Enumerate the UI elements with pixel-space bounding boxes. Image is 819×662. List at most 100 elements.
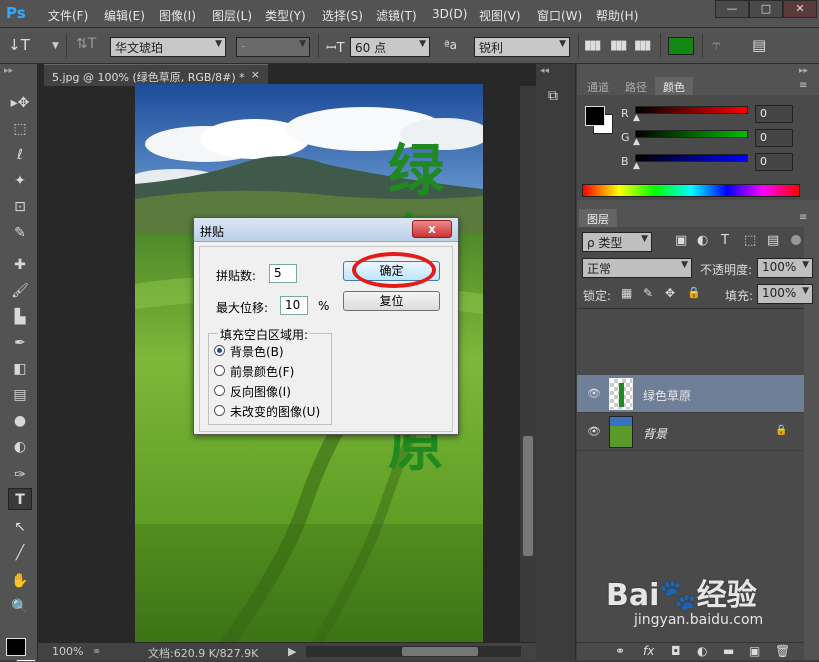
align-left-icon[interactable]: ▮▮▮ — [584, 38, 602, 53]
lasso-tool-icon[interactable]: ℓ — [8, 144, 32, 166]
gradient-tool-icon[interactable]: ▤ — [8, 384, 32, 406]
new-group-icon[interactable]: ▬ — [723, 644, 734, 658]
layer-style-icon[interactable]: fx — [643, 644, 654, 658]
menu-3d[interactable]: 3D(D) — [432, 7, 467, 21]
blend-mode-dropdown[interactable]: 正常 ▼ — [582, 258, 692, 278]
tab-layers[interactable]: 图层 — [579, 209, 617, 227]
filter-toggle[interactable] — [791, 235, 801, 245]
pixel-filter-icon[interactable]: ▣ — [675, 233, 687, 248]
path-selection-tool-icon[interactable]: ↖ — [8, 516, 32, 538]
visibility-eye-icon[interactable]: 👁 — [587, 387, 601, 400]
layer-name[interactable]: 绿色草原 — [643, 387, 691, 404]
scroll-thumb[interactable] — [402, 647, 478, 656]
tab-paths[interactable]: 路径 — [617, 77, 655, 95]
max-offset-input[interactable]: 10 — [280, 296, 308, 315]
menu-view[interactable]: 视图(V) — [479, 7, 521, 24]
close-button[interactable]: ✕ — [783, 0, 817, 18]
layer-filter-dropdown[interactable]: ρ 类型 ▼ — [582, 232, 652, 252]
lock-transparency-icon[interactable]: ▦ — [621, 286, 632, 300]
dialog-close-button[interactable]: x — [412, 220, 452, 238]
text-color-swatch[interactable] — [668, 37, 694, 55]
red-slider[interactable] — [635, 106, 748, 114]
shape-filter-icon[interactable]: ⬚ — [744, 233, 756, 248]
adjustment-layer-icon[interactable]: ◐ — [697, 644, 707, 658]
zoom-tool-icon[interactable]: 🔍 — [8, 596, 32, 618]
green-slider[interactable] — [635, 130, 748, 138]
menu-window[interactable]: 窗口(W) — [537, 7, 582, 24]
green-value[interactable]: 0 — [755, 129, 793, 147]
lock-position-icon[interactable]: ✥ — [665, 286, 675, 300]
tab-channels[interactable]: 通道 — [579, 77, 617, 95]
font-size-dropdown[interactable]: 60 点 ▼ — [350, 37, 430, 57]
type-tool-icon[interactable]: T — [8, 488, 32, 510]
smart-object-filter-icon[interactable]: ▤ — [767, 233, 779, 248]
text-tool-icon[interactable]: ↓T — [8, 36, 30, 54]
tab-color[interactable]: 颜色 — [655, 77, 693, 95]
red-value[interactable]: 0 — [755, 105, 793, 123]
status-menu-arrow-icon[interactable]: ▶ — [288, 645, 296, 658]
slider-handle-icon[interactable]: ▲ — [633, 161, 640, 171]
fill-field[interactable]: 100% ▼ — [757, 284, 813, 304]
adjustment-filter-icon[interactable]: ◐ — [697, 233, 708, 248]
menu-select[interactable]: 选择(S) — [322, 7, 363, 24]
dialog-titlebar[interactable]: 拼贴 x — [194, 218, 458, 242]
vertical-scrollbar[interactable] — [520, 86, 536, 642]
marquee-tool-icon[interactable]: ⬚ — [8, 118, 32, 140]
collapse-icon[interactable]: ▸▸ — [799, 66, 808, 76]
move-tool-icon[interactable]: ▸✥ — [8, 92, 32, 114]
link-layers-icon[interactable]: ⚭ — [615, 644, 625, 658]
layer-mask-icon[interactable]: ◘ — [671, 644, 681, 658]
close-tab-icon[interactable]: × — [251, 68, 260, 81]
collapse-icon[interactable]: ▸▸ — [4, 66, 13, 76]
dodge-tool-icon[interactable]: ◐ — [8, 436, 32, 458]
blue-slider[interactable] — [635, 154, 748, 162]
font-style-dropdown[interactable]: - ▼ — [236, 37, 310, 57]
type-filter-icon[interactable]: T — [721, 233, 729, 248]
scroll-thumb[interactable] — [523, 436, 533, 556]
menu-image[interactable]: 图像(I) — [159, 7, 196, 24]
history-brush-tool-icon[interactable]: ✒ — [8, 332, 32, 354]
menu-edit[interactable]: 编辑(E) — [104, 7, 145, 24]
layer-name[interactable]: 背景 — [643, 425, 667, 442]
eraser-tool-icon[interactable]: ◧ — [8, 358, 32, 380]
slider-handle-icon[interactable]: ▲ — [633, 137, 640, 147]
text-orientation-icon[interactable]: ⇅T — [76, 36, 96, 52]
horizontal-scrollbar[interactable] — [306, 646, 521, 657]
tool-preset-arrow-icon[interactable]: ▼ — [52, 41, 59, 51]
line-tool-icon[interactable]: ╱ — [8, 542, 32, 564]
menu-help[interactable]: 帮助(H) — [596, 7, 638, 24]
layer-row[interactable]: 👁 绿色草原 — [577, 375, 804, 413]
lock-pixels-icon[interactable]: ✎ — [643, 286, 653, 300]
color-spectrum-bar[interactable] — [582, 184, 800, 197]
new-layer-icon[interactable]: ▣ — [749, 644, 760, 658]
menu-type[interactable]: 类型(Y) — [265, 7, 306, 24]
radio-button[interactable] — [214, 365, 225, 376]
radio-button[interactable] — [214, 385, 225, 396]
antialias-dropdown[interactable]: 锐利 ▼ — [474, 37, 570, 57]
zoom-level[interactable]: 100% — [52, 645, 83, 658]
lock-all-icon[interactable]: 🔒 — [687, 286, 701, 299]
align-center-icon[interactable]: ▮▮▮ — [610, 38, 628, 53]
pen-tool-icon[interactable]: ✑ — [8, 464, 32, 486]
radio-button[interactable] — [214, 405, 225, 416]
minimize-button[interactable]: — — [715, 0, 749, 18]
visibility-eye-icon[interactable]: 👁 — [587, 425, 601, 438]
warp-text-icon[interactable]: ⥾ — [712, 36, 720, 54]
eyedropper-tool-icon[interactable]: ✎ — [8, 222, 32, 244]
blue-value[interactable]: 0 — [755, 153, 793, 171]
delete-layer-icon[interactable]: 🗑 — [775, 644, 790, 658]
clone-stamp-tool-icon[interactable]: ▙ — [8, 306, 32, 328]
blur-tool-icon[interactable]: ● — [8, 410, 32, 432]
layer-row[interactable]: 👁 背景 🔒 — [577, 413, 804, 451]
hand-tool-icon[interactable]: ✋ — [8, 570, 32, 592]
document-tab[interactable]: 5.jpg @ 100% (绿色草原, RGB/8#) * × — [44, 64, 268, 86]
3d-panel-icon[interactable]: ⧉ — [548, 88, 558, 104]
foreground-color-swatch[interactable] — [585, 106, 605, 126]
panel-menu-icon[interactable]: ≡ — [799, 212, 807, 223]
healing-brush-tool-icon[interactable]: ✚ — [8, 254, 32, 276]
menu-file[interactable]: 文件(F) — [48, 7, 88, 24]
opacity-field[interactable]: 100% ▼ — [757, 258, 813, 278]
magic-wand-tool-icon[interactable]: ✦ — [8, 170, 32, 192]
tiles-input[interactable]: 5 — [269, 264, 297, 283]
collapse-icon[interactable]: ◂◂ — [540, 66, 549, 76]
